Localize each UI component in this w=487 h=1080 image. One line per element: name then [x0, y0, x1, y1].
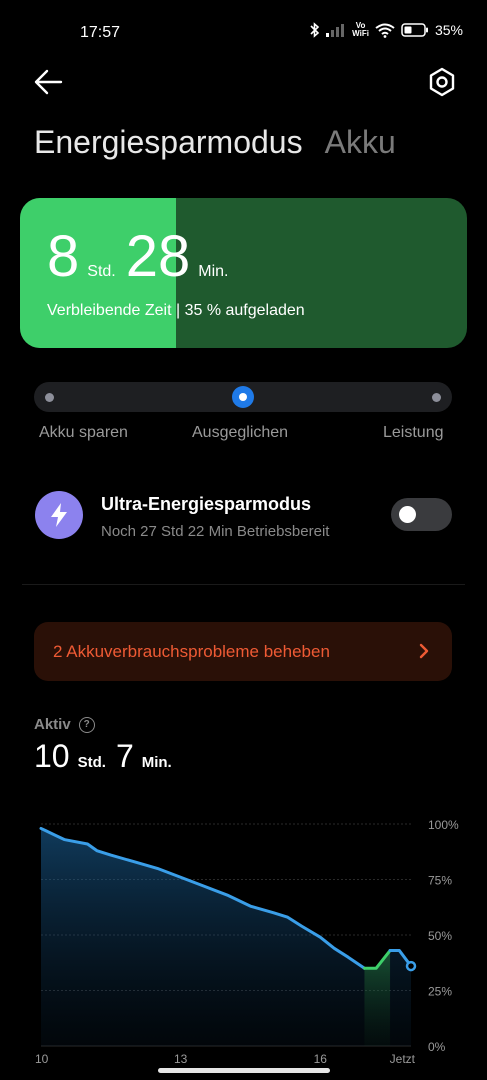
x-tick-label: 10 [35, 1052, 49, 1066]
ultra-saver-toggle[interactable] [391, 498, 452, 531]
x-tick-label: Jetzt [390, 1052, 416, 1066]
bluetooth-icon [310, 22, 320, 38]
signal-icon [326, 24, 345, 37]
mode-label-akku-sparen[interactable]: Akku sparen [39, 424, 128, 442]
wifi-icon [375, 23, 395, 38]
gear-icon [429, 67, 455, 97]
question-circle-icon[interactable]: ? [78, 716, 95, 733]
minutes-unit: Min. [198, 263, 229, 280]
section-divider [22, 584, 465, 585]
x-tick-label: 13 [174, 1052, 188, 1066]
arrow-left-icon [34, 69, 63, 95]
header-tabs: Energiesparmodus Akku [34, 124, 396, 161]
toggle-thumb [399, 506, 416, 523]
mode-label-leistung[interactable]: Leistung [383, 424, 444, 442]
active-usage-label-row: Aktiv ? [34, 716, 95, 733]
settings-button[interactable] [424, 64, 460, 100]
hours-unit: Std. [87, 263, 116, 280]
battery-percent: 35% [434, 22, 463, 38]
y-tick-label: 0% [428, 1040, 446, 1054]
current-point-marker [405, 960, 417, 972]
vowifi-icon: Vo WiFi [352, 21, 369, 38]
y-tick-label: 100% [428, 818, 459, 832]
battery-remaining-card: 8 Std. 28 Min. Verbleibende Zeit | 35 % … [20, 198, 467, 348]
active-label: Aktiv [34, 716, 71, 733]
battery-icon [401, 23, 428, 37]
active-hours-unit: Std. [77, 754, 106, 771]
active-usage-time: 10 Std. 7 Min. [34, 738, 182, 775]
ultra-saver-subtitle: Noch 27 Std 22 Min Betriebsbereit [101, 523, 330, 540]
back-button[interactable] [30, 66, 66, 98]
status-icons: Vo WiFi 35% [310, 22, 463, 38]
ultra-saver-icon-circle [35, 491, 83, 539]
ultra-saver-title: Ultra-Energiesparmodus [101, 494, 312, 514]
y-tick-label: 75% [428, 874, 452, 888]
power-mode-slider[interactable] [34, 382, 452, 412]
chart-area-fill [41, 828, 411, 1046]
slider-stop-leistung[interactable] [432, 393, 441, 402]
tab-akku[interactable]: Akku [325, 124, 396, 161]
x-tick-label: 16 [314, 1052, 328, 1066]
mode-label-ausgeglichen[interactable]: Ausgeglichen [192, 424, 288, 442]
status-time: 17:57 [80, 24, 121, 41]
active-minutes-unit: Min. [141, 754, 172, 771]
slider-stop-akku-sparen[interactable] [45, 393, 54, 402]
lightning-bolt-icon [51, 503, 67, 527]
y-tick-label: 25% [428, 985, 452, 999]
slider-knob[interactable] [232, 386, 254, 408]
home-indicator[interactable] [158, 1068, 330, 1073]
fix-issues-banner[interactable]: 2 Akkuverbrauchsprobleme beheben [34, 622, 452, 681]
battery-level-chart: 100% 75% 50% 25% 0% 10 13 16 Jetzt [35, 818, 459, 1066]
remaining-text: Verbleibende Zeit | 35 % aufgeladen [47, 302, 305, 319]
remaining-minutes: 28 [125, 224, 191, 289]
y-tick-label: 50% [428, 929, 452, 943]
tab-energiesparmodus[interactable]: Energiesparmodus [34, 124, 303, 161]
fix-issues-text: 2 Akkuverbrauchsprobleme beheben [53, 642, 330, 661]
active-minutes: 7 [115, 738, 134, 774]
remaining-hours: 8 [47, 224, 80, 289]
chevron-right-icon [419, 643, 429, 659]
active-hours: 10 [34, 738, 70, 774]
